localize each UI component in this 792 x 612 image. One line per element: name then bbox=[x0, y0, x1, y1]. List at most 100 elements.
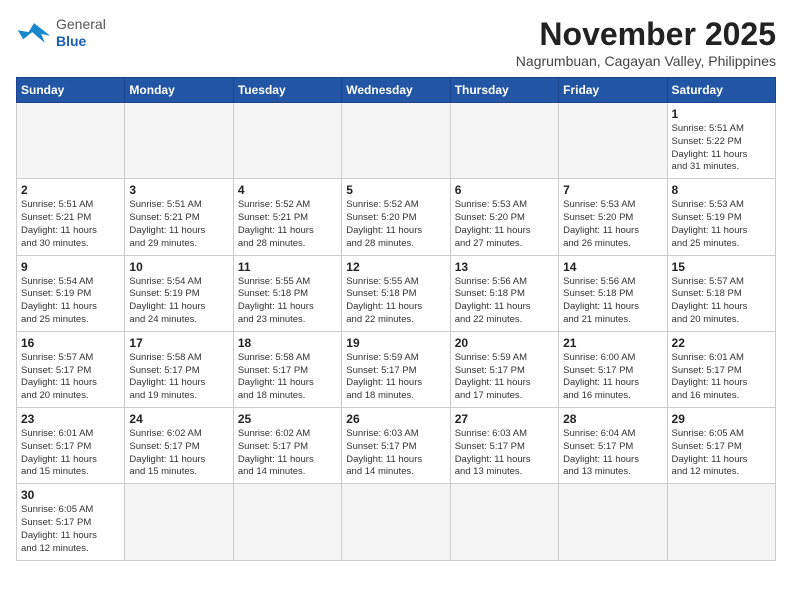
day-number: 27 bbox=[455, 412, 554, 426]
calendar-day: 2Sunrise: 5:51 AM Sunset: 5:21 PM Daylig… bbox=[17, 179, 125, 255]
calendar-day: 26Sunrise: 6:03 AM Sunset: 5:17 PM Dayli… bbox=[342, 408, 450, 484]
day-info: Sunrise: 5:55 AM Sunset: 5:18 PM Dayligh… bbox=[346, 276, 445, 327]
day-info: Sunrise: 5:52 AM Sunset: 5:20 PM Dayligh… bbox=[346, 199, 445, 250]
day-number: 1 bbox=[672, 107, 771, 121]
calendar-day: 5 Sunrise: 5:52 AM Sunset: 5:20 PM Daylig… bbox=[342, 179, 450, 255]
calendar-day: 12 Sunrise: 5:55 AM Sunset: 5:18 PM Dayli… bbox=[342, 255, 450, 331]
day-number: 4 bbox=[238, 183, 337, 197]
calendar-day: 24 Sunrise: 6:02 AM Sunset: 5:17 PM Dayli… bbox=[125, 408, 233, 484]
calendar-week-6: 30 Sunrise: 6:05 AM Sunset: 5:17 PM Dayli… bbox=[17, 484, 776, 560]
logo-icon bbox=[16, 19, 52, 47]
calendar-week-3: 9Sunrise: 5:54 AM Sunset: 5:19 PM Daylig… bbox=[17, 255, 776, 331]
day-number: 10 bbox=[129, 260, 228, 274]
page-header: General Blue November 2025 Nagrumbuan, C… bbox=[16, 16, 776, 69]
weekday-monday: Monday bbox=[125, 78, 233, 103]
logo-blue: Blue bbox=[56, 33, 86, 49]
calendar-day: 13 Sunrise: 5:56 AM Sunset: 5:18 PM Dayli… bbox=[450, 255, 558, 331]
day-info: Sunrise: 5:53 AM Sunset: 5:20 PM Dayligh… bbox=[455, 199, 554, 250]
calendar-day: 25 Sunrise: 6:02 AM Sunset: 5:17 PM Dayli… bbox=[233, 408, 341, 484]
weekday-friday: Friday bbox=[559, 78, 667, 103]
day-number: 29 bbox=[672, 412, 771, 426]
day-number: 20 bbox=[455, 336, 554, 350]
day-number: 5 bbox=[346, 183, 445, 197]
calendar-day: 14Sunrise: 5:56 AM Sunset: 5:18 PM Dayli… bbox=[559, 255, 667, 331]
day-number: 11 bbox=[238, 260, 337, 274]
title-block: November 2025 Nagrumbuan, Cagayan Valley… bbox=[516, 16, 776, 69]
day-info: Sunrise: 5:53 AM Sunset: 5:19 PM Dayligh… bbox=[672, 199, 771, 250]
day-info: Sunrise: 6:01 AM Sunset: 5:17 PM Dayligh… bbox=[672, 352, 771, 403]
calendar-day bbox=[125, 103, 233, 179]
day-number: 8 bbox=[672, 183, 771, 197]
day-info: Sunrise: 5:51 AM Sunset: 5:21 PM Dayligh… bbox=[129, 199, 228, 250]
calendar-table: SundayMondayTuesdayWednesdayThursdayFrid… bbox=[16, 77, 776, 561]
day-info: Sunrise: 5:53 AM Sunset: 5:20 PM Dayligh… bbox=[563, 199, 662, 250]
weekday-thursday: Thursday bbox=[450, 78, 558, 103]
calendar-day: 30 Sunrise: 6:05 AM Sunset: 5:17 PM Dayli… bbox=[17, 484, 125, 560]
calendar-day bbox=[450, 103, 558, 179]
day-number: 28 bbox=[563, 412, 662, 426]
logo-text: General Blue bbox=[56, 16, 106, 50]
calendar-day bbox=[233, 103, 341, 179]
calendar-day: 22 Sunrise: 6:01 AM Sunset: 5:17 PM Dayli… bbox=[667, 331, 775, 407]
calendar-day: 4 Sunrise: 5:52 AM Sunset: 5:21 PM Daylig… bbox=[233, 179, 341, 255]
day-number: 16 bbox=[21, 336, 120, 350]
day-info: Sunrise: 5:58 AM Sunset: 5:17 PM Dayligh… bbox=[129, 352, 228, 403]
day-info: Sunrise: 6:02 AM Sunset: 5:17 PM Dayligh… bbox=[129, 428, 228, 479]
day-info: Sunrise: 5:57 AM Sunset: 5:18 PM Dayligh… bbox=[672, 276, 771, 327]
day-number: 3 bbox=[129, 183, 228, 197]
calendar-day bbox=[342, 103, 450, 179]
day-info: Sunrise: 6:02 AM Sunset: 5:17 PM Dayligh… bbox=[238, 428, 337, 479]
day-info: Sunrise: 5:54 AM Sunset: 5:19 PM Dayligh… bbox=[129, 276, 228, 327]
day-number: 30 bbox=[21, 488, 120, 502]
day-number: 23 bbox=[21, 412, 120, 426]
day-info: Sunrise: 6:04 AM Sunset: 5:17 PM Dayligh… bbox=[563, 428, 662, 479]
day-info: Sunrise: 5:59 AM Sunset: 5:17 PM Dayligh… bbox=[455, 352, 554, 403]
calendar-day: 11 Sunrise: 5:55 AM Sunset: 5:18 PM Dayli… bbox=[233, 255, 341, 331]
month-year: November 2025 bbox=[516, 16, 776, 53]
day-number: 2 bbox=[21, 183, 120, 197]
calendar-day: 16Sunrise: 5:57 AM Sunset: 5:17 PM Dayli… bbox=[17, 331, 125, 407]
weekday-tuesday: Tuesday bbox=[233, 78, 341, 103]
day-info: Sunrise: 6:00 AM Sunset: 5:17 PM Dayligh… bbox=[563, 352, 662, 403]
day-info: Sunrise: 5:55 AM Sunset: 5:18 PM Dayligh… bbox=[238, 276, 337, 327]
day-info: Sunrise: 6:05 AM Sunset: 5:17 PM Dayligh… bbox=[21, 504, 120, 555]
logo-general: General bbox=[56, 16, 106, 32]
day-number: 22 bbox=[672, 336, 771, 350]
calendar-day: 8 Sunrise: 5:53 AM Sunset: 5:19 PM Daylig… bbox=[667, 179, 775, 255]
location: Nagrumbuan, Cagayan Valley, Philippines bbox=[516, 53, 776, 69]
day-info: Sunrise: 5:52 AM Sunset: 5:21 PM Dayligh… bbox=[238, 199, 337, 250]
day-number: 25 bbox=[238, 412, 337, 426]
day-number: 7 bbox=[563, 183, 662, 197]
weekday-saturday: Saturday bbox=[667, 78, 775, 103]
day-info: Sunrise: 5:51 AM Sunset: 5:22 PM Dayligh… bbox=[672, 123, 771, 174]
calendar-day bbox=[233, 484, 341, 560]
day-info: Sunrise: 5:56 AM Sunset: 5:18 PM Dayligh… bbox=[455, 276, 554, 327]
calendar-day bbox=[559, 484, 667, 560]
day-number: 17 bbox=[129, 336, 228, 350]
logo: General Blue bbox=[16, 16, 106, 50]
calendar-day: 20 Sunrise: 5:59 AM Sunset: 5:17 PM Dayli… bbox=[450, 331, 558, 407]
calendar-day bbox=[667, 484, 775, 560]
weekday-sunday: Sunday bbox=[17, 78, 125, 103]
calendar-week-2: 2 Sunrise: 5:51 AM Sunset: 5:21 PM Daylig… bbox=[17, 179, 776, 255]
calendar-day: 21 Sunrise: 6:00 AM Sunset: 5:17 PM Dayli… bbox=[559, 331, 667, 407]
calendar-day: 28 Sunrise: 6:04 AM Sunset: 5:17 PM Dayli… bbox=[559, 408, 667, 484]
day-number: 24 bbox=[129, 412, 228, 426]
calendar-day: 15Sunrise: 5:57 AM Sunset: 5:18 PM Dayli… bbox=[667, 255, 775, 331]
calendar-day: 7 Sunrise: 5:53 AM Sunset: 5:20 PM Daylig… bbox=[559, 179, 667, 255]
day-info: Sunrise: 5:56 AM Sunset: 5:18 PM Dayligh… bbox=[563, 276, 662, 327]
weekday-header-row: SundayMondayTuesdayWednesdayThursdayFrid… bbox=[17, 78, 776, 103]
calendar-day: 1 Sunrise: 5:51 AM Sunset: 5:22 PM Daylig… bbox=[667, 103, 775, 179]
calendar-day bbox=[125, 484, 233, 560]
calendar-day: 9Sunrise: 5:54 AM Sunset: 5:19 PM Daylig… bbox=[17, 255, 125, 331]
calendar-week-1: 1 Sunrise: 5:51 AM Sunset: 5:22 PM Daylig… bbox=[17, 103, 776, 179]
calendar-day: 6Sunrise: 5:53 AM Sunset: 5:20 PM Daylig… bbox=[450, 179, 558, 255]
day-info: Sunrise: 6:03 AM Sunset: 5:17 PM Dayligh… bbox=[455, 428, 554, 479]
day-number: 13 bbox=[455, 260, 554, 274]
day-number: 12 bbox=[346, 260, 445, 274]
day-number: 26 bbox=[346, 412, 445, 426]
day-info: Sunrise: 5:54 AM Sunset: 5:19 PM Dayligh… bbox=[21, 276, 120, 327]
calendar-week-4: 16Sunrise: 5:57 AM Sunset: 5:17 PM Dayli… bbox=[17, 331, 776, 407]
day-number: 21 bbox=[563, 336, 662, 350]
calendar-day: 29Sunrise: 6:05 AM Sunset: 5:17 PM Dayli… bbox=[667, 408, 775, 484]
